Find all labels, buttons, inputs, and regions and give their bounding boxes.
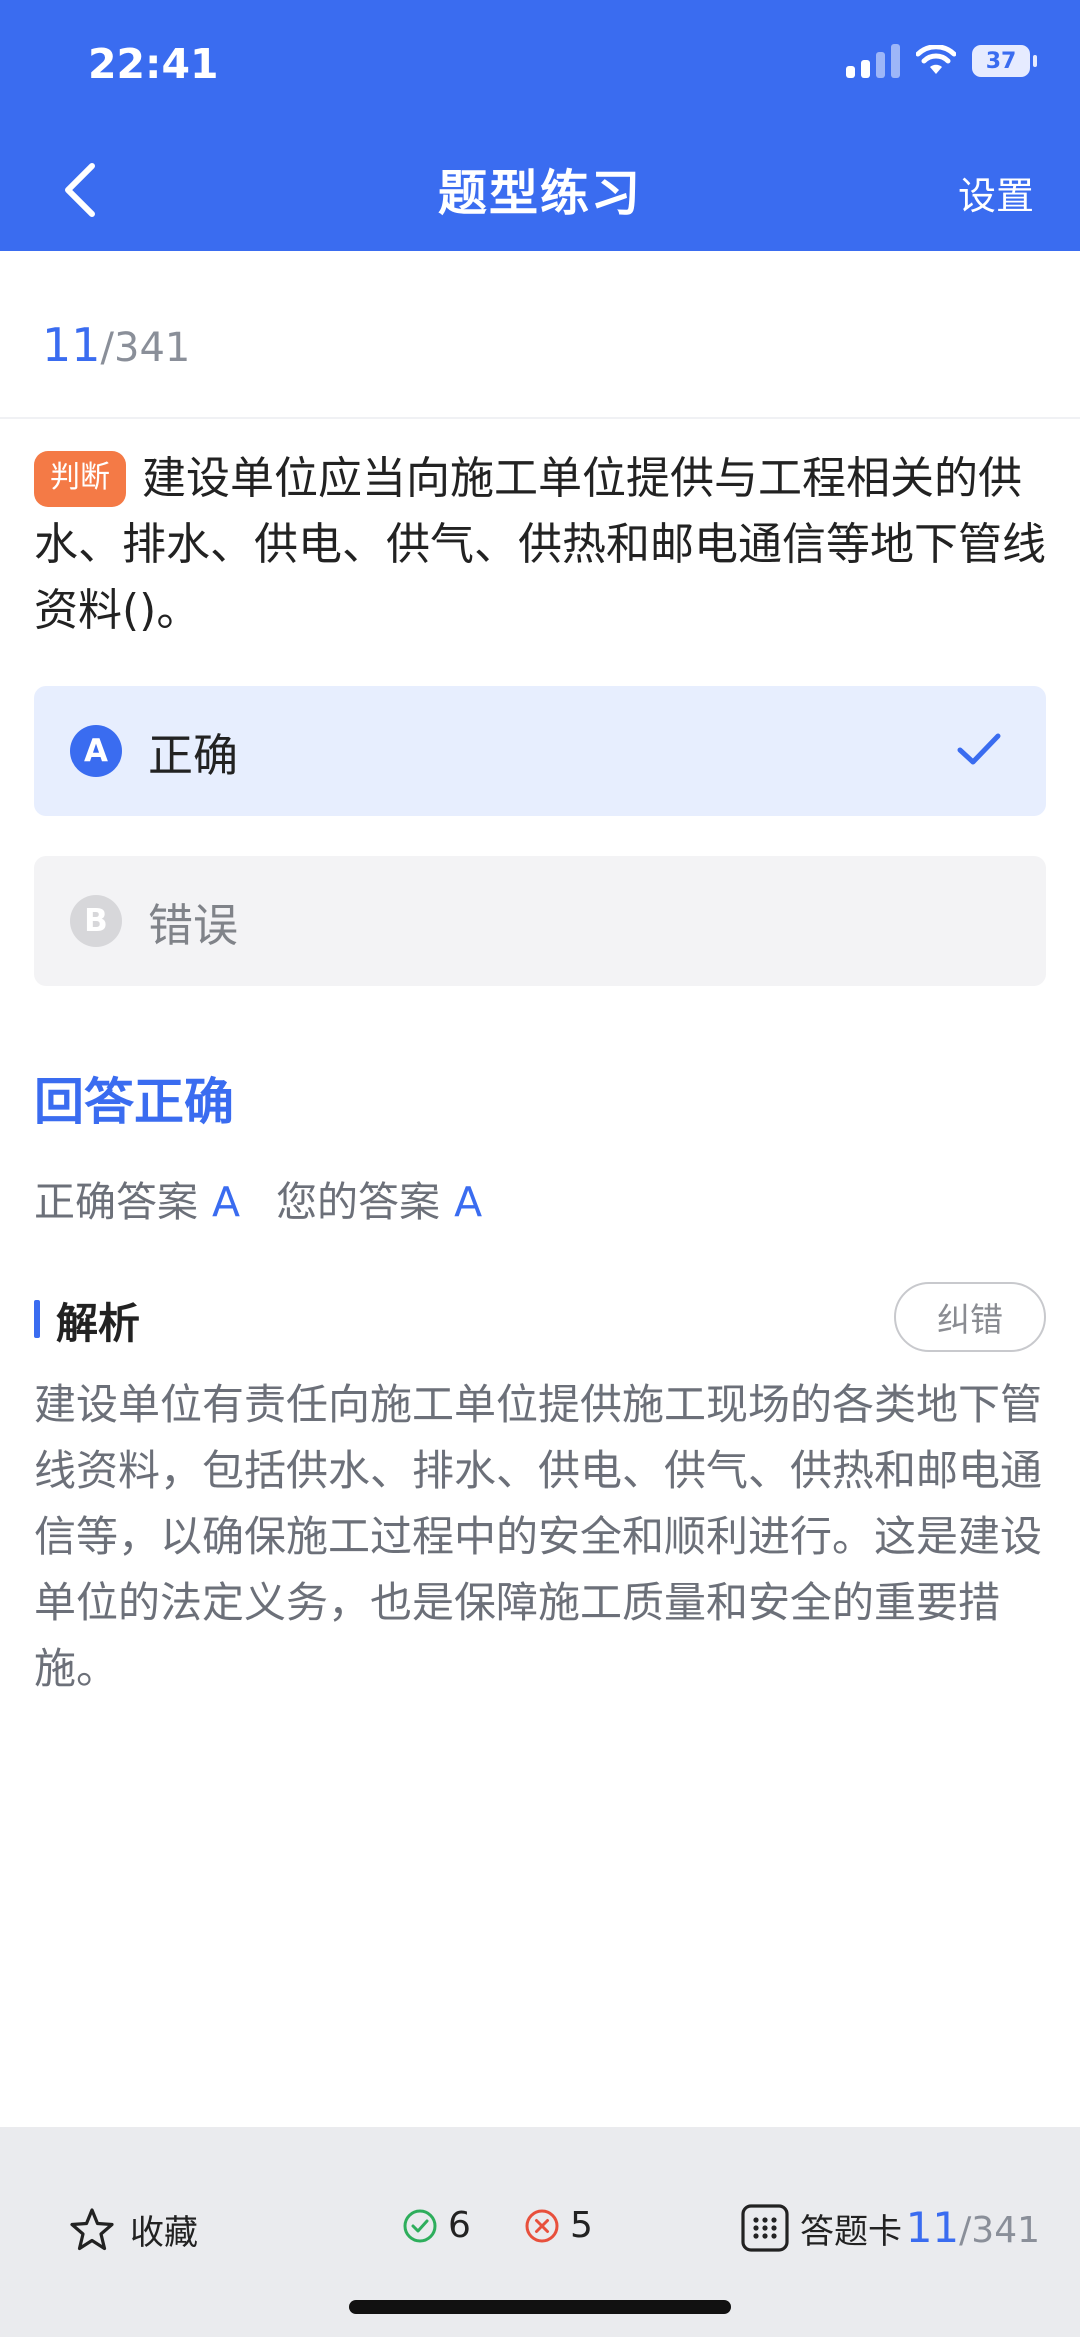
- option-b[interactable]: B 错误: [34, 856, 1046, 986]
- status-time: 22:41: [88, 40, 219, 88]
- wrong-count-value: 5: [570, 2205, 593, 2246]
- correct-answer-label: 正确答案: [34, 1178, 198, 1226]
- analysis-text: 建设单位有责任向施工单位提供施工现场的各类地下管线资料，包括供水、排水、供电、供…: [34, 1380, 1043, 1693]
- divider: [0, 417, 1080, 419]
- home-indicator: [349, 2300, 731, 2314]
- signal-icon: [846, 44, 900, 78]
- option-text: 正确: [148, 728, 239, 782]
- answer-card-label: 答题卡: [800, 2211, 902, 2252]
- page-title: 题型练习: [437, 165, 642, 222]
- status-icons: 37: [846, 44, 1037, 78]
- grid-icon: [741, 2204, 789, 2252]
- your-answer-label: 您的答案: [276, 1178, 441, 1226]
- question-progress: 11/341: [42, 318, 190, 372]
- footer-progress-current: 11: [905, 2203, 960, 2252]
- question-text: 建设单位应当向施工单位提供与工程相关的供水、排水、供电、供气、供热和邮电通信等地…: [34, 453, 1046, 636]
- option-letter: B: [70, 895, 122, 947]
- star-icon: [70, 2207, 114, 2250]
- footer-progress-total: /341: [959, 2210, 1040, 2251]
- option-a[interactable]: A 正确: [34, 686, 1046, 816]
- section-marker: [34, 1300, 40, 1338]
- question-block: 判断 建设单位应当向施工单位提供与工程相关的供水、排水、供电、供气、供热和邮电通信…: [34, 446, 1046, 644]
- favorite-button[interactable]: 收藏: [68, 2205, 198, 2254]
- app-header: 22:41 37 题型练习 设置: [0, 0, 1080, 251]
- cross-circle-icon: [525, 2209, 559, 2242]
- footer-progress: 11/341: [906, 2203, 1040, 2252]
- favorite-label: 收藏: [130, 2213, 198, 2253]
- question-type-badge: 判断: [34, 451, 126, 507]
- option-letter: A: [70, 725, 122, 777]
- progress-current: 11: [42, 318, 101, 372]
- settings-button[interactable]: 设置: [958, 165, 1034, 220]
- answer-summary: 正确答案 A 您的答案 A: [34, 1168, 518, 1228]
- correct-count: 6: [402, 2205, 471, 2246]
- correct-answer-value: A: [212, 1178, 241, 1226]
- wifi-icon: [916, 45, 956, 74]
- check-circle-icon: [403, 2209, 437, 2242]
- option-text: 错误: [148, 898, 239, 952]
- wrong-count: 5: [524, 2205, 593, 2246]
- result-status: 回答正确: [34, 1073, 234, 1131]
- report-error-button[interactable]: 纠错: [894, 1282, 1046, 1352]
- battery-icon: 37: [972, 45, 1037, 77]
- analysis-title: 解析: [56, 1299, 141, 1348]
- your-answer-value: A: [454, 1178, 483, 1226]
- check-icon: [957, 733, 1001, 765]
- correct-count-value: 6: [448, 2205, 471, 2246]
- answer-card-button[interactable]: 答题卡: [740, 2203, 902, 2253]
- progress-total: /341: [100, 325, 191, 371]
